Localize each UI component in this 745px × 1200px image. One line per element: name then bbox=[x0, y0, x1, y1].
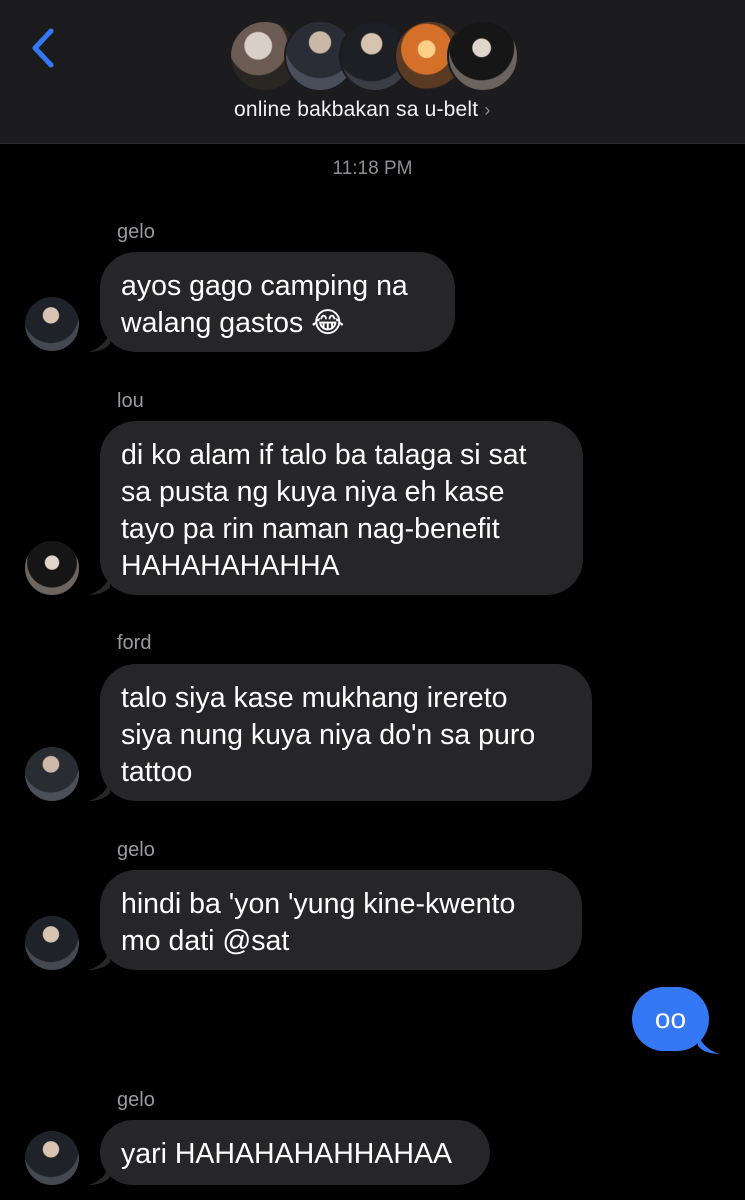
message-bubble[interactable]: ayos gago camping na walang gastos 😂 bbox=[100, 252, 455, 352]
sender-name: gelo bbox=[117, 1089, 155, 1111]
chevron-left-icon bbox=[32, 28, 54, 68]
avatar[interactable] bbox=[25, 541, 79, 595]
chat-header: online bakbakan sa u-belt › bbox=[0, 0, 745, 144]
sender-name: ford bbox=[117, 632, 152, 654]
avatar[interactable] bbox=[25, 1131, 79, 1185]
message-bubble[interactable]: yari HAHAHAHAHHAHAA bbox=[100, 1120, 490, 1185]
message-bubble[interactable]: di ko alam if talo ba talaga si sat sa p… bbox=[100, 421, 583, 595]
group-avatar-5 bbox=[447, 20, 519, 92]
sender-name: lou bbox=[117, 390, 144, 412]
group-name-link[interactable]: online bakbakan sa u-belt › bbox=[234, 98, 491, 122]
back-button[interactable] bbox=[26, 26, 60, 70]
sender-name: gelo bbox=[117, 839, 155, 861]
group-name: online bakbakan sa u-belt bbox=[234, 98, 479, 121]
message-bubble[interactable]: talo siya kase mukhang irereto siya nung… bbox=[100, 664, 592, 801]
avatar[interactable] bbox=[25, 297, 79, 351]
outgoing-message-bubble[interactable]: oo bbox=[632, 987, 709, 1051]
group-avatars[interactable] bbox=[229, 20, 519, 92]
sender-name: gelo bbox=[117, 221, 155, 243]
chevron-right-icon: › bbox=[484, 100, 491, 120]
message-bubble[interactable]: hindi ba 'yon 'yung kine-kwento mo dati … bbox=[100, 870, 582, 970]
avatar[interactable] bbox=[25, 916, 79, 970]
thread-timestamp: 11:18 PM bbox=[332, 158, 413, 179]
avatar[interactable] bbox=[25, 747, 79, 801]
